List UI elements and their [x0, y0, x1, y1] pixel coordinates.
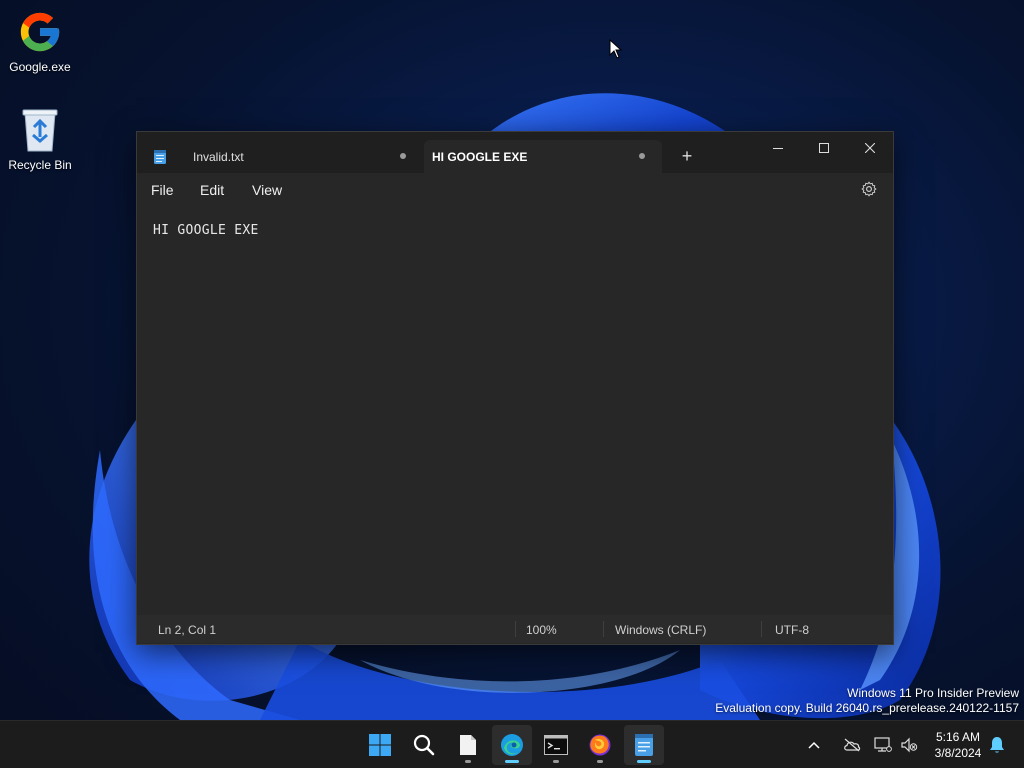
cloud-offline-icon	[844, 738, 861, 752]
close-button[interactable]	[847, 132, 893, 164]
gear-icon	[861, 181, 877, 197]
show-hidden-icons-button[interactable]	[800, 725, 828, 765]
taskbar-edge[interactable]	[492, 725, 532, 765]
status-divider	[515, 621, 516, 637]
file-explorer-icon	[460, 735, 476, 755]
edge-icon	[501, 734, 523, 756]
text-editor[interactable]: HI GOOGLE EXE	[137, 207, 893, 615]
notifications-button[interactable]	[986, 725, 1008, 765]
status-line-ending[interactable]: Windows (CRLF)	[615, 623, 706, 637]
running-indicator	[465, 760, 471, 763]
watermark-line-1: Windows 11 Pro Insider Preview	[847, 686, 1019, 700]
clock[interactable]: 5:16 AM 3/8/2024	[928, 729, 988, 761]
evaluation-watermark: Windows 11 Pro Insider Preview Evaluatio…	[715, 686, 1019, 716]
close-icon	[865, 143, 875, 153]
menu-view[interactable]: View	[252, 182, 282, 198]
tab-label: Invalid.txt	[193, 149, 244, 164]
desktop-icon-recycle-bin[interactable]: Recycle Bin	[0, 106, 80, 172]
taskbar-terminal[interactable]	[536, 725, 576, 765]
recycle-bin-icon	[16, 106, 64, 154]
status-encoding[interactable]: UTF-8	[775, 623, 809, 637]
network-icon	[874, 737, 892, 752]
taskbar-file-explorer[interactable]	[448, 725, 488, 765]
start-icon	[369, 734, 391, 756]
search-button[interactable]	[404, 725, 444, 765]
desktop-icon-google[interactable]: Google.exe	[0, 8, 80, 74]
menu-bar: File Edit View	[137, 173, 893, 207]
maximize-button[interactable]	[801, 132, 847, 164]
notepad-icon	[154, 150, 166, 164]
maximize-icon	[819, 143, 829, 153]
volume-muted-icon	[901, 737, 918, 753]
onedrive-button[interactable]	[838, 725, 866, 765]
volume-button[interactable]	[896, 725, 922, 765]
desktop-icon-label: Google.exe	[9, 60, 71, 74]
status-bar: Ln 2, Col 1 100% Windows (CRLF) UTF-8	[137, 615, 893, 643]
mouse-cursor-icon	[609, 39, 623, 59]
chevron-up-icon	[808, 741, 820, 749]
desktop-icon-label: Recycle Bin	[8, 158, 72, 172]
title-bar[interactable]: Invalid.txt HI GOOGLE EXE +	[137, 132, 893, 173]
running-indicator	[637, 760, 651, 763]
clock-time: 5:16 AM	[935, 730, 981, 744]
start-button[interactable]	[360, 725, 400, 765]
status-divider	[761, 621, 762, 637]
search-icon	[413, 734, 435, 756]
terminal-icon	[544, 735, 568, 755]
running-indicator	[597, 760, 603, 763]
tab-label: HI GOOGLE EXE	[432, 149, 528, 164]
tab-hi-google-exe[interactable]: HI GOOGLE EXE	[424, 140, 662, 173]
google-icon	[16, 8, 64, 56]
minimize-icon	[773, 148, 783, 149]
taskbar: 5:16 AM 3/8/2024	[0, 720, 1024, 768]
network-button[interactable]	[870, 725, 896, 765]
notepad-icon	[635, 734, 653, 756]
taskbar-notepad[interactable]	[624, 725, 664, 765]
unsaved-dot-icon	[400, 153, 406, 159]
taskbar-firefox[interactable]	[580, 725, 620, 765]
new-tab-button[interactable]: +	[677, 146, 697, 166]
bell-icon	[990, 737, 1004, 753]
status-divider	[603, 621, 604, 637]
watermark-line-2: Evaluation copy. Build 26040.rs_prerelea…	[715, 701, 1019, 715]
notepad-window: Invalid.txt HI GOOGLE EXE + File Edit Vi…	[136, 131, 894, 645]
editor-content: HI GOOGLE EXE	[153, 223, 259, 238]
status-cursor-position: Ln 2, Col 1	[158, 623, 217, 637]
running-indicator	[553, 760, 559, 763]
unsaved-dot-icon	[639, 153, 645, 159]
tab-invalid-txt[interactable]: Invalid.txt	[137, 140, 423, 173]
status-zoom[interactable]: 100%	[526, 623, 557, 637]
clock-date: 3/8/2024	[934, 746, 982, 760]
settings-button[interactable]	[861, 181, 877, 202]
running-indicator	[505, 760, 519, 763]
menu-file[interactable]: File	[151, 182, 174, 198]
menu-edit[interactable]: Edit	[200, 182, 224, 198]
desktop: Google.exe Recycle Bin Invalid.txt HI GO…	[0, 0, 1024, 768]
firefox-icon	[589, 734, 611, 756]
minimize-button[interactable]	[755, 132, 801, 164]
